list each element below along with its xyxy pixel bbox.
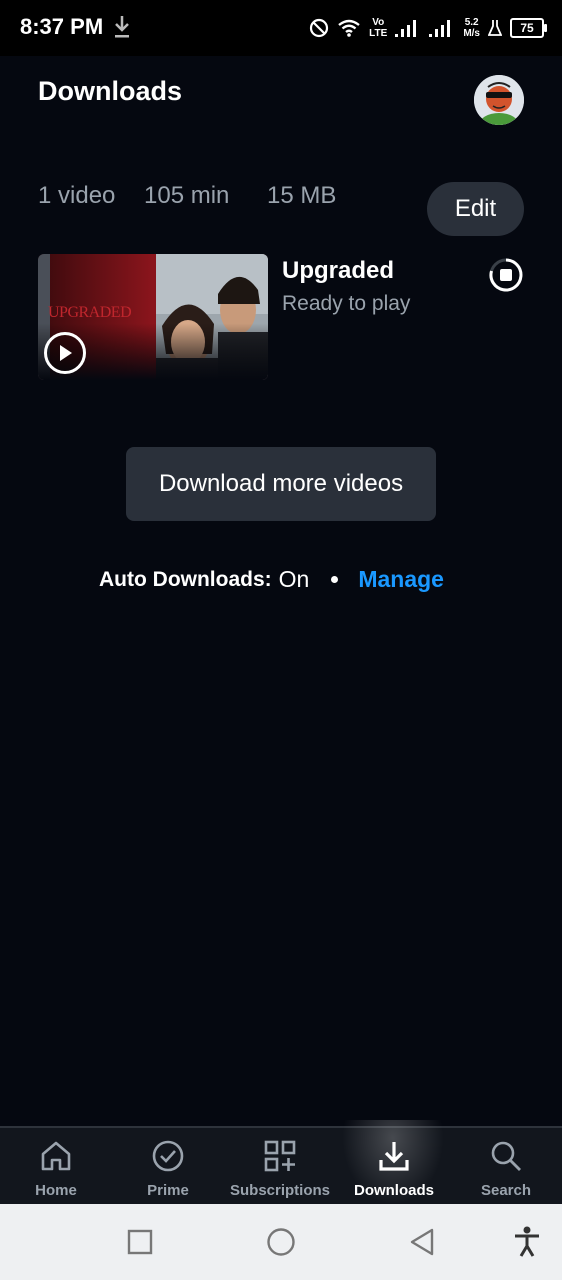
download-complete-icon[interactable] <box>488 257 524 293</box>
system-navigation-bar <box>0 1204 562 1280</box>
separator-dot <box>331 576 339 583</box>
download-more-button[interactable]: Download more videos <box>126 447 436 521</box>
network-speed: 5.2 M/s <box>463 17 480 39</box>
search-icon <box>491 1141 521 1171</box>
nav-prime-label: Prime <box>147 1182 189 1199</box>
play-icon <box>60 345 72 361</box>
speed-value: 5.2 <box>464 17 479 28</box>
total-duration: 105 min <box>144 182 230 209</box>
manage-link[interactable]: Manage <box>358 566 444 593</box>
volte-indicator: Vo LTE <box>369 17 387 39</box>
recent-apps-icon[interactable] <box>120 1222 160 1262</box>
page-title: Downloads <box>38 76 183 106</box>
nav-downloads-label: Downloads <box>353 1182 434 1199</box>
nav-home[interactable]: Home <box>0 1128 112 1206</box>
nav-subscriptions-label: Subscriptions <box>229 1182 330 1199</box>
bottom-navigation: Home Prime Subscriptions Downloads Searc… <box>0 1120 562 1210</box>
auto-downloads-row: Auto Downloads: On Manage <box>99 566 444 593</box>
status-icons: Vo LTE 5.2 M/s 75 <box>309 12 547 44</box>
speed-unit: M/s <box>463 28 480 39</box>
status-bar: 8:37 PM Vo LTE 5.2 M/s 75 <box>0 0 562 56</box>
download-notification-icon <box>115 16 129 38</box>
downloads-summary: 1 video 105 min 15 MB <box>38 182 336 210</box>
total-size: 15 MB <box>267 182 337 209</box>
play-button[interactable] <box>44 332 86 374</box>
profile-avatar[interactable] <box>474 75 524 125</box>
auto-downloads-state: On <box>278 566 310 592</box>
edit-button[interactable]: Edit <box>427 182 524 236</box>
volte-top: Vo <box>372 17 385 28</box>
nav-subscriptions[interactable]: Subscriptions <box>224 1128 336 1206</box>
nav-downloads[interactable]: Downloads <box>338 1128 450 1206</box>
nav-search-label: Search <box>480 1182 532 1199</box>
video-title[interactable]: Upgraded <box>282 257 394 285</box>
accessibility-icon[interactable] <box>507 1222 547 1262</box>
nav-search[interactable]: Search <box>450 1128 562 1206</box>
download-icon <box>379 1142 409 1171</box>
flask-icon <box>488 20 502 36</box>
signal-icon-2 <box>429 20 451 37</box>
avatar-image <box>474 75 524 125</box>
wifi-icon <box>338 19 360 37</box>
do-not-disturb-icon <box>310 18 329 38</box>
auto-downloads-label: Auto Downloads: <box>99 567 272 591</box>
video-thumbnail[interactable]: UPGRADED <box>38 254 268 380</box>
video-count: 1 video <box>38 182 116 209</box>
nav-home-label: Home <box>35 1182 77 1199</box>
video-status: Ready to play <box>282 292 411 315</box>
home-icon <box>41 1141 71 1171</box>
signal-icon-1 <box>395 20 417 37</box>
status-time: 8:37 PM <box>20 14 104 39</box>
grid-plus-icon <box>264 1140 296 1172</box>
volte-bottom: LTE <box>369 28 388 39</box>
check-circle-icon <box>152 1140 184 1172</box>
poster-title-text: UPGRADED <box>48 304 132 321</box>
battery-indicator: 75 <box>510 18 547 38</box>
home-circle-icon[interactable] <box>261 1222 301 1262</box>
back-icon[interactable] <box>402 1222 442 1262</box>
nav-prime[interactable]: Prime <box>112 1128 224 1206</box>
